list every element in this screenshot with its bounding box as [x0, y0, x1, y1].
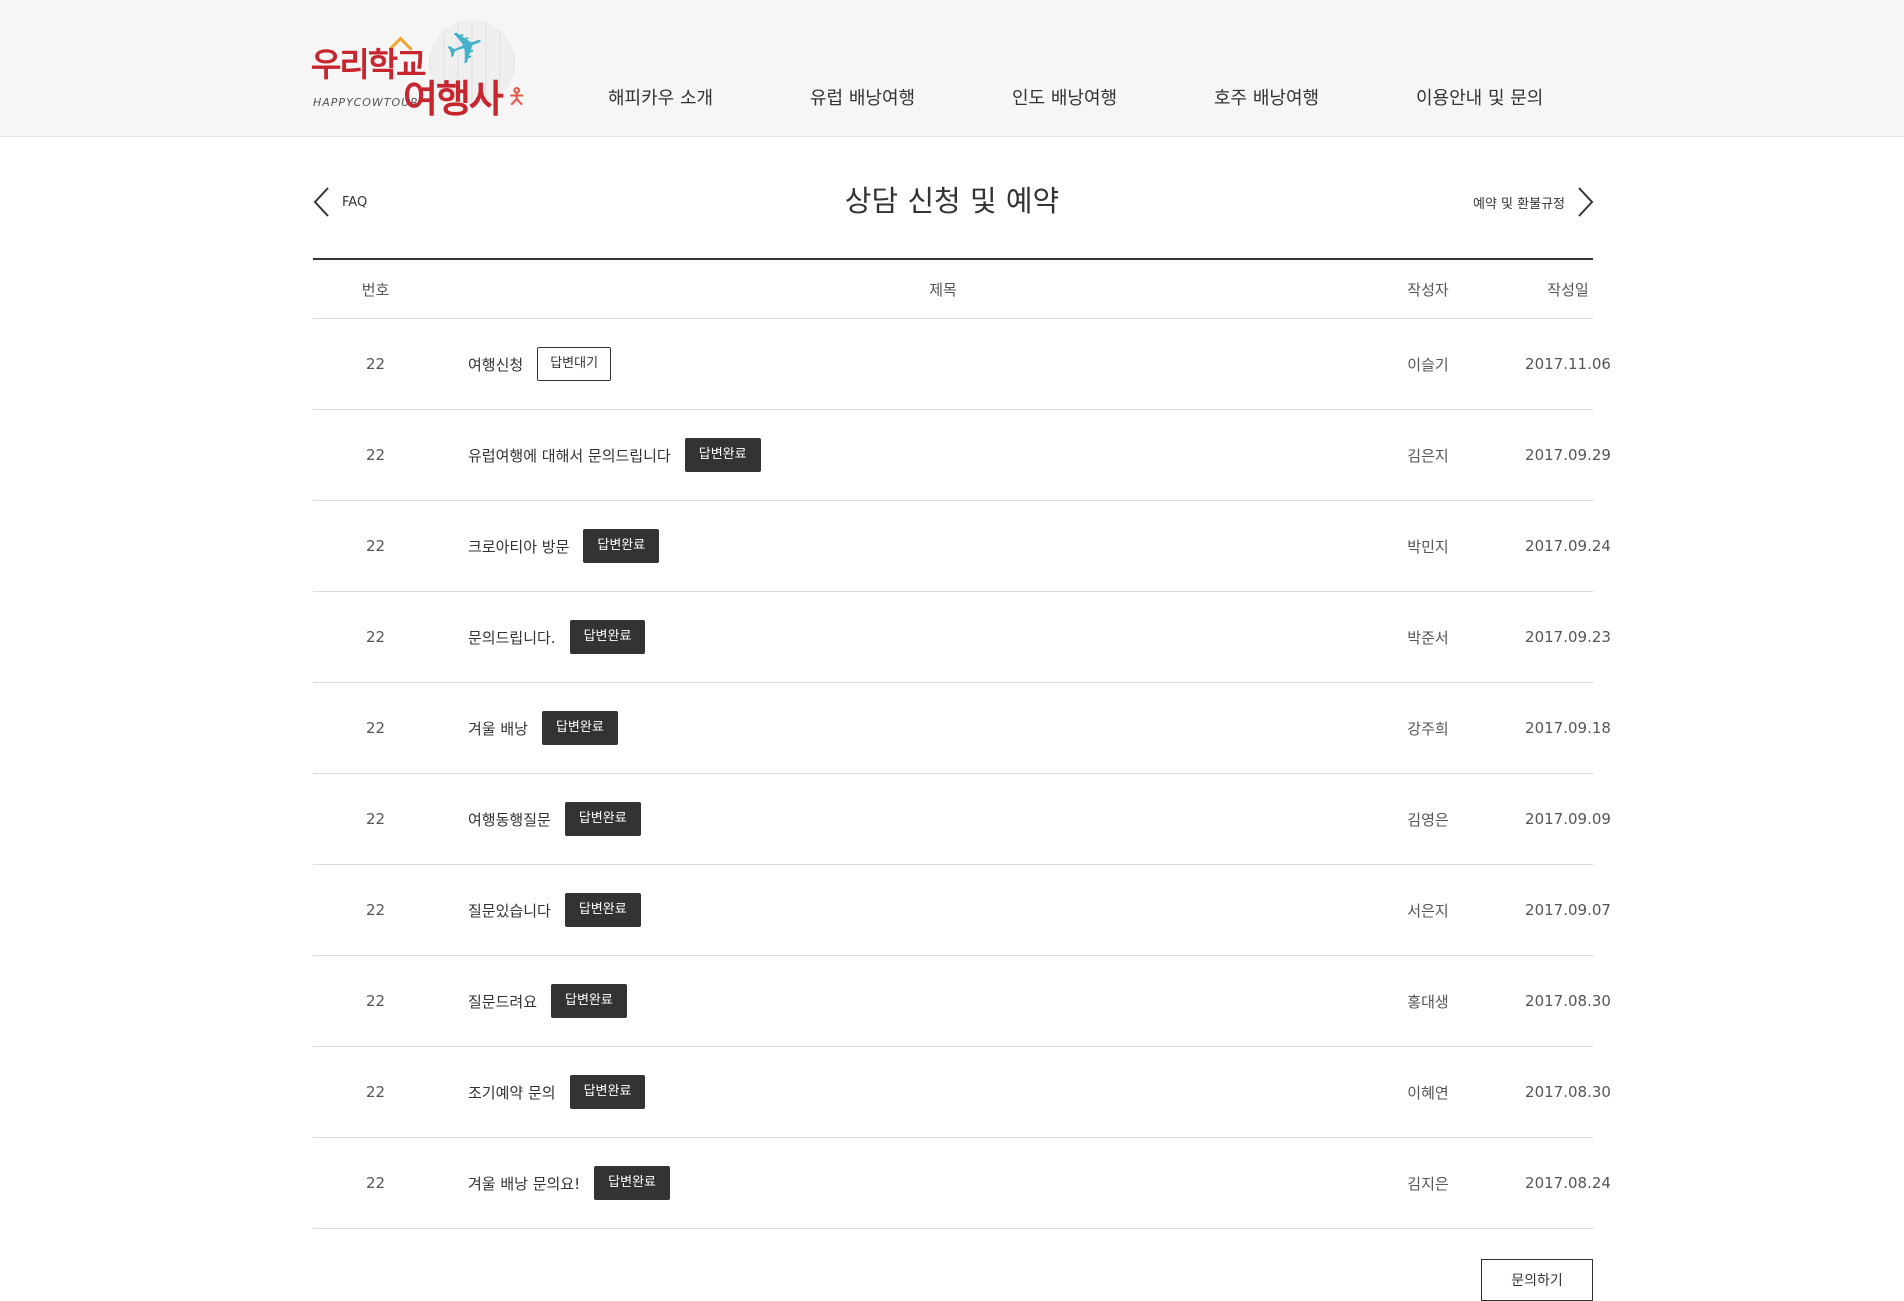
main-nav: 해피카우 소개 유럽 배낭여행 인도 배낭여행 호주 배낭여행 이용안내 및 문…	[0, 84, 1904, 114]
next-page-link[interactable]: 예약 및 환불규정	[1473, 186, 1595, 218]
header-date: 작성일	[1547, 280, 1589, 299]
status-badge: 답변완료	[564, 893, 641, 927]
row-subject-link[interactable]: 크로아티아 방문 답변완료	[468, 501, 660, 591]
inquiry-board: 번호 제목 작성자 작성일 22 여행신청 답변대기 이슬기 2017.11.06 22 유…	[313, 258, 1611, 1229]
status-badge: 답변대기	[537, 347, 612, 381]
status-badge: 답변완료	[569, 620, 646, 654]
table-row[interactable]: 22 겨울 배낭 답변완료 강주희 2017.09.18	[313, 683, 1611, 774]
table-header: 번호 제목 작성자 작성일	[313, 258, 1593, 319]
table-row[interactable]: 22 문의드립니다. 답변완료 박준서 2017.09.23	[313, 592, 1611, 683]
chevron-right-icon	[1578, 187, 1594, 217]
row-number: 22	[365, 810, 386, 828]
row-number: 22	[365, 1174, 386, 1192]
row-number: 22	[365, 901, 386, 919]
table-row[interactable]: 22 질문있습니다 답변완료 서은지 2017.09.07	[313, 865, 1611, 956]
nav-item-about[interactable]: 해피카우 소개	[608, 84, 713, 110]
status-badge: 답변완료	[594, 1166, 670, 1200]
row-number: 22	[365, 1083, 386, 1101]
row-title: 질문있습니다	[468, 901, 551, 920]
table-row[interactable]: 22 겨울 배낭 문의요! 답변완료 김지은 2017.08.24	[313, 1138, 1611, 1229]
row-number: 22	[365, 992, 386, 1010]
row-title: 질문드려요	[468, 992, 538, 1011]
table-row[interactable]: 22 여행동행질문 답변완료 김영은 2017.09.09	[313, 774, 1611, 865]
header-title: 제목	[929, 280, 957, 299]
row-number: 22	[365, 537, 386, 555]
site-header: ✈ 우리학교 여행사 🯅 HAPPYCOWTOUR 해피카우 소개 유럽 배낭여…	[0, 0, 1904, 137]
table-row[interactable]: 22 유럽여행에 대해서 문의드립니다 답변완료 김은지 2017.09.29	[313, 410, 1611, 501]
row-date: 2017.08.24	[1525, 1174, 1611, 1192]
status-badge: 답변완료	[564, 802, 641, 836]
nav-item-guide[interactable]: 이용안내 및 문의	[1416, 84, 1543, 110]
row-title: 크로아티아 방문	[468, 537, 570, 556]
nav-item-india[interactable]: 인도 배낭여행	[1012, 84, 1117, 110]
row-title: 겨울 배낭	[468, 719, 528, 738]
status-badge: 답변완료	[569, 1075, 646, 1109]
page-title: 상담 신청 및 예약	[844, 184, 1060, 218]
row-subject-link[interactable]: 유럽여행에 대해서 문의드립니다 답변완료	[468, 410, 761, 500]
row-subject-link[interactable]: 문의드립니다. 답변완료	[468, 592, 646, 682]
nav-item-europe[interactable]: 유럽 배낭여행	[810, 84, 915, 110]
row-subject-link[interactable]: 질문있습니다 답변완료	[468, 865, 641, 955]
table-row[interactable]: 22 크로아티아 방문 답변완료 박민지 2017.09.24	[313, 501, 1611, 592]
table-row[interactable]: 22 질문드려요 답변완료 홍대생 2017.08.30	[313, 956, 1611, 1047]
row-subject-link[interactable]: 조기예약 문의 답변완료	[468, 1047, 646, 1137]
row-number: 22	[365, 628, 386, 646]
row-number: 22	[365, 446, 386, 464]
row-subject-link[interactable]: 여행동행질문 답변완료	[468, 774, 641, 864]
row-number: 22	[365, 719, 386, 737]
row-date: 2017.11.06	[1525, 355, 1611, 373]
row-subject-link[interactable]: 겨울 배낭 답변완료	[468, 683, 618, 773]
row-date: 2017.08.30	[1525, 1083, 1611, 1101]
row-date: 2017.09.24	[1525, 537, 1611, 555]
row-title: 겨울 배낭 문의요!	[468, 1174, 581, 1193]
status-badge: 답변완료	[684, 438, 761, 472]
write-inquiry-button[interactable]: 문의하기	[1481, 1259, 1593, 1301]
table-body: 22 여행신청 답변대기 이슬기 2017.11.06 22 유럽여행에 대해서 문의드립니…	[313, 319, 1611, 1229]
row-title: 조기예약 문의	[468, 1083, 556, 1102]
status-badge: 답변완료	[541, 711, 618, 745]
row-title: 문의드립니다.	[468, 628, 556, 647]
row-date: 2017.09.23	[1525, 628, 1611, 646]
status-badge: 답변완료	[583, 529, 660, 563]
row-title: 여행동행질문	[468, 810, 551, 829]
status-badge: 답변완료	[551, 984, 627, 1018]
row-date: 2017.08.30	[1525, 992, 1611, 1010]
next-page-label: 예약 및 환불규정	[1473, 196, 1565, 212]
table-row[interactable]: 22 조기예약 문의 답변완료 이혜연 2017.08.30	[313, 1047, 1611, 1138]
row-number: 22	[365, 355, 386, 373]
row-title: 여행신청	[468, 355, 524, 374]
row-title: 유럽여행에 대해서 문의드립니다	[468, 446, 671, 465]
row-date: 2017.09.18	[1525, 719, 1611, 737]
row-date: 2017.09.07	[1525, 901, 1611, 919]
row-subject-link[interactable]: 질문드려요 답변완료	[468, 956, 627, 1046]
row-subject-link[interactable]: 겨울 배낭 문의요! 답변완료	[468, 1138, 670, 1228]
nav-item-australia[interactable]: 호주 배낭여행	[1214, 84, 1319, 110]
row-date: 2017.09.09	[1525, 810, 1611, 828]
row-date: 2017.09.29	[1525, 446, 1611, 464]
table-row[interactable]: 22 여행신청 답변대기 이슬기 2017.11.06	[313, 319, 1611, 410]
header-no: 번호	[361, 280, 390, 299]
row-subject-link[interactable]: 여행신청 답변대기	[468, 319, 612, 409]
